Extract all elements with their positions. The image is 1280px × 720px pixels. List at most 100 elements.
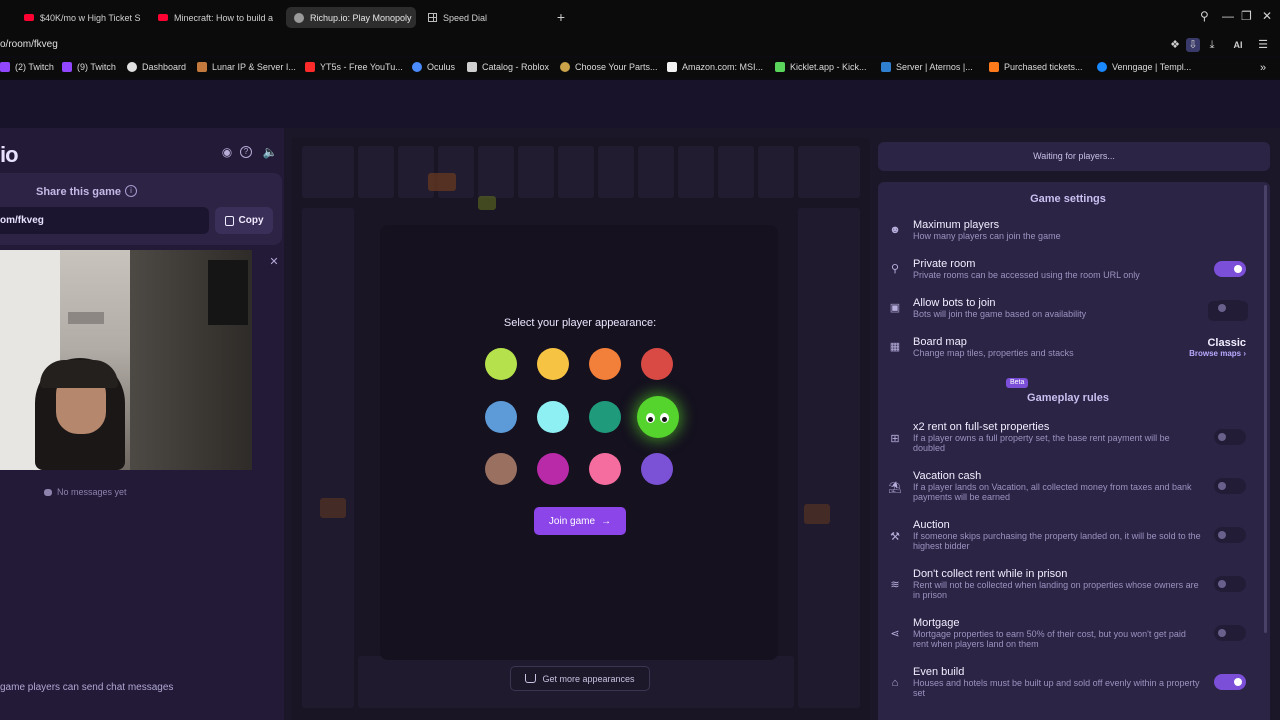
setting-title: Auction: [913, 519, 950, 531]
setting-title: Even build: [913, 666, 965, 678]
setting-desc: Mortgage properties to earn 50% of their…: [913, 629, 1186, 649]
minimize-icon[interactable]: —: [1222, 9, 1234, 23]
tab-youtube-1[interactable]: $40K/mo w High Ticket S: [16, 7, 146, 28]
help-icon[interactable]: ?: [240, 146, 252, 158]
bot-icon: ▣: [889, 302, 901, 314]
bookmark-label: Server | Aternos |...: [896, 62, 973, 72]
url-field[interactable]: o/room/fkveg: [0, 39, 58, 50]
board-map-value: Classic: [1207, 337, 1246, 349]
pcpartpicker-icon: [560, 62, 570, 72]
bookmark-item[interactable]: Dashboard: [127, 62, 186, 72]
get-more-appearances-button[interactable]: Get more appearances: [510, 666, 650, 691]
page: io ◉ ? 🔈 Share this game i om/fkveg Copy…: [0, 80, 1280, 720]
appearance-swatch[interactable]: [589, 401, 621, 433]
restore-icon[interactable]: ❐: [1241, 9, 1252, 23]
mortgage-icon: ⋖: [890, 628, 900, 640]
setting-desc: If a player lands on Vacation, all colle…: [913, 482, 1192, 502]
bookmark-label: (2) Twitch: [15, 62, 54, 72]
setting-desc: Private rooms can be accessed using the …: [913, 270, 1140, 280]
no-messages-label: No messages yet: [57, 487, 127, 497]
beta-badge: Beta: [1006, 378, 1029, 388]
private-room-toggle[interactable]: [1214, 261, 1246, 277]
bookmark-label: Purchased tickets...: [1004, 62, 1083, 72]
copy-button[interactable]: Copy: [215, 207, 273, 234]
discord-icon[interactable]: ◉: [219, 144, 235, 160]
oculus-icon: [412, 62, 422, 72]
bookmark-item[interactable]: Amazon.com: MSI...: [667, 62, 763, 72]
setting-title: Vacation cash: [913, 470, 982, 482]
even-build-toggle[interactable]: [1214, 674, 1246, 690]
bookmark-label: Lunar IP & Server I...: [212, 62, 296, 72]
tab-speed-dial[interactable]: Speed Dial: [420, 7, 540, 28]
bookmark-item[interactable]: Kicklet.app - Kick...: [775, 62, 867, 72]
appearance-swatch[interactable]: [589, 348, 621, 380]
tab-label: Speed Dial: [443, 12, 488, 23]
bookmark-item[interactable]: Purchased tickets...: [989, 62, 1083, 72]
youtube-icon: [24, 14, 34, 21]
browse-maps-link[interactable]: Browse maps ›: [1150, 349, 1246, 358]
setting-title: Allow bots to join: [913, 297, 996, 309]
new-tab-button[interactable]: +: [554, 10, 568, 24]
appearance-swatch[interactable]: [589, 453, 621, 485]
cart-icon: [525, 674, 537, 683]
ai-icon[interactable]: AI: [1226, 38, 1250, 52]
appearance-swatch[interactable]: [485, 401, 517, 433]
bookmark-item[interactable]: (2) Twitch: [0, 62, 54, 72]
appearance-swatch[interactable]: [537, 348, 569, 380]
bookmark-item[interactable]: Catalog - Roblox: [467, 62, 549, 72]
tab-youtube-2[interactable]: Minecraft: How to build a: [150, 7, 278, 28]
chat-bubble-icon: [44, 488, 52, 496]
download-manager-icon[interactable]: ⇩: [1186, 38, 1200, 52]
downloads-icon[interactable]: ⤓: [1205, 38, 1219, 52]
appearance-swatch[interactable]: [485, 453, 517, 485]
twitch-icon: [0, 62, 10, 72]
bookmark-item[interactable]: Oculus: [412, 62, 455, 72]
bookmark-item[interactable]: YT5s - Free YouTu...: [305, 62, 403, 72]
richup-logo[interactable]: io: [0, 142, 19, 168]
vacation-cash-toggle[interactable]: [1214, 478, 1246, 494]
extensions-icon[interactable]: ❖: [1168, 38, 1182, 52]
copy-label: Copy: [238, 215, 264, 226]
x2-rent-toggle[interactable]: [1214, 429, 1246, 445]
bookmark-item[interactable]: Choose Your Parts...: [560, 62, 658, 72]
bookmark-label: Amazon.com: MSI...: [682, 62, 764, 72]
bookmarks-overflow-icon[interactable]: »: [1260, 62, 1266, 74]
appearance-swatch[interactable]: [537, 401, 569, 433]
bookmark-item[interactable]: (9) Twitch: [62, 62, 116, 72]
bookmark-item[interactable]: Lunar IP & Server I...: [197, 62, 296, 72]
appearance-swatch[interactable]: [537, 453, 569, 485]
setting-desc: Bots will join the game based on availab…: [913, 309, 1087, 319]
appearance-swatch[interactable]: [641, 453, 673, 485]
tab-richup[interactable]: Richup.io: Play Monopoly: [286, 7, 416, 28]
sound-icon[interactable]: 🔈: [262, 144, 278, 160]
auction-toggle[interactable]: [1214, 527, 1246, 543]
appearance-title: Select your player appearance:: [503, 317, 657, 329]
tab-label: Minecraft: How to build a: [174, 12, 274, 23]
search-tabs-icon[interactable]: ⚲: [1200, 9, 1209, 23]
key-icon: ⚲: [890, 263, 900, 275]
appearance-swatch[interactable]: [485, 348, 517, 380]
setting-title: Don't collect rent while in prison: [913, 568, 1068, 580]
bookmark-item[interactable]: Venngage | Templ...: [1097, 62, 1191, 72]
bookmark-item[interactable]: Server | Aternos |...: [881, 62, 973, 72]
map-icon: ▦: [889, 341, 901, 353]
allow-bots-toggle[interactable]: [1214, 300, 1246, 316]
menu-icon[interactable]: ☰: [1256, 38, 1270, 52]
appearance-swatch[interactable]: [641, 348, 673, 380]
share-url-field[interactable]: om/fkveg: [0, 207, 209, 234]
users-icon: ☻: [889, 224, 901, 236]
join-game-button[interactable]: Join game →: [534, 507, 626, 535]
close-webcam-icon[interactable]: ✕: [268, 256, 280, 268]
prison-rent-toggle[interactable]: [1214, 576, 1246, 592]
share-game-box: Share this game i om/fkveg Copy: [0, 173, 282, 245]
address-bar: o/room/fkveg ❖ ⇩ ⤓ AI ☰: [0, 34, 1280, 56]
share-title: Share this game: [36, 186, 121, 198]
setting-desc: If someone skips purchasing the property…: [913, 531, 1201, 551]
info-icon[interactable]: i: [125, 185, 137, 197]
build-icon: ⌂: [891, 677, 899, 689]
settings-scrollbar[interactable]: [1264, 185, 1267, 633]
board-center: [380, 225, 778, 660]
appearance-swatch-selected[interactable]: [637, 396, 679, 438]
mortgage-toggle[interactable]: [1214, 625, 1246, 641]
close-window-icon[interactable]: ✕: [1262, 9, 1272, 23]
